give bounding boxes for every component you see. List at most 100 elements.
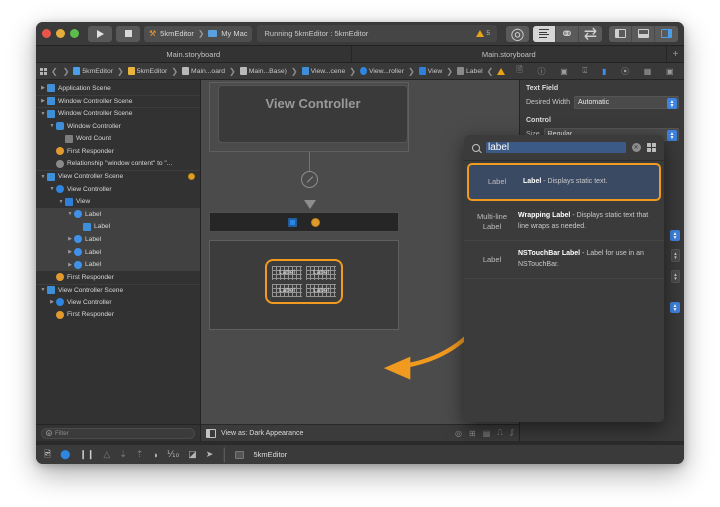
close-button[interactable] (42, 29, 51, 38)
outline-row[interactable]: First Responder (36, 145, 200, 158)
grid-layout-icon[interactable] (646, 142, 656, 153)
second-view-controller-scene[interactable]: Label Label Label Label (209, 240, 399, 330)
canvas-label[interactable]: Label (305, 265, 337, 281)
outline-row[interactable]: Relationship "window content" to "... (36, 158, 200, 171)
toggle-debug-button[interactable] (632, 25, 655, 42)
add-tab-button[interactable]: + (667, 46, 684, 62)
outline-row[interactable]: First Responder (36, 271, 200, 284)
outline-row[interactable]: ▶ Label (36, 258, 200, 271)
segue-icon[interactable] (301, 171, 318, 188)
breadcrumb-item-scene[interactable]: View...cene (301, 67, 345, 75)
outline-row[interactable]: ▼ View Controller Scene (36, 170, 200, 183)
first-responder-dock-icon[interactable] (311, 217, 320, 227)
resolve-issues-icon[interactable]: ⎎ (510, 428, 514, 438)
library-button[interactable]: ◎ (506, 26, 529, 42)
contrast-icon[interactable]: ◑ (152, 450, 157, 460)
home-icon[interactable]: △ (103, 449, 110, 460)
outline-row[interactable]: Word Count (36, 132, 200, 145)
disclosure-right-icon[interactable]: ▶ (66, 262, 74, 268)
stepper-control[interactable]: ▲ ▼ (670, 230, 680, 241)
warning-badge[interactable]: 5 (476, 30, 490, 37)
embed-in-icon[interactable]: ⊞ (469, 429, 476, 438)
library-item[interactable]: Multi-line Label Wrapping Label - Display… (464, 203, 664, 241)
breadcrumb-item-project[interactable]: 5kmEditor (73, 67, 113, 75)
standard-editor-button[interactable] (533, 25, 556, 42)
filter-input[interactable]: ▼ Filter (41, 427, 195, 439)
disclosure-right-icon[interactable]: ▶ (66, 236, 74, 242)
view-controller-box[interactable]: View Controller (218, 85, 408, 143)
disclosure-down-icon[interactable]: ▼ (39, 111, 47, 117)
tag-icon[interactable]: ⬤ (60, 449, 70, 460)
library-item[interactable]: Label NSTouchBar Label - Label for use in… (464, 241, 664, 279)
zoom-button[interactable] (70, 29, 79, 38)
upload-icon[interactable]: ⇡ (136, 449, 144, 460)
disclosure-down-icon[interactable]: ▼ (48, 186, 56, 192)
disclosure-down-icon[interactable]: ▼ (66, 211, 74, 217)
outline-row[interactable]: ▶ Application Scene (36, 82, 200, 95)
library-item[interactable]: Label Label - Displays static text. (467, 163, 661, 201)
canvas-label[interactable]: Label (271, 265, 303, 281)
download-icon[interactable]: ⇣ (119, 449, 127, 460)
scheme-selector[interactable]: ⚒ 5kmEditor ❯ My Mac (144, 25, 253, 42)
outline-row[interactable]: ▼ Label (36, 207, 200, 221)
send-icon[interactable]: ➤ (206, 449, 214, 460)
disclosure-right-icon[interactable]: ▶ (39, 98, 47, 104)
canvas-label[interactable]: Label (271, 283, 303, 299)
tab-main-storyboard-2[interactable]: Main.storyboard (352, 46, 667, 62)
library-results-list[interactable]: Label Label - Displays static text. Multi-… (464, 161, 664, 422)
share-icon[interactable]: ⅒ (167, 449, 179, 460)
stepper-control[interactable]: ▲ ▼ (671, 249, 680, 262)
breadcrumb-item-folder[interactable]: 5kmEditor (127, 67, 167, 75)
grid-view-icon[interactable] (40, 67, 47, 75)
outline-row[interactable]: ▼ View Controller Scene (36, 283, 200, 297)
back-icon[interactable]: ❮ (50, 67, 59, 76)
library-popup[interactable]: label ✕ Label Label - Displays static tex… (464, 135, 664, 422)
toggle-navigator-button[interactable] (609, 25, 632, 42)
stop-button[interactable] (116, 25, 140, 42)
pause-icon[interactable]: ❙❙ (79, 449, 94, 460)
outline-row[interactable]: ▼ Window Controller Scene (36, 107, 200, 120)
outline-row[interactable]: ▶ Window Controller Scene (36, 94, 200, 108)
attributes-inspector-tab[interactable]: ⍗ (582, 66, 587, 76)
breadcrumb-item-view[interactable]: View (418, 67, 442, 75)
breadcrumb-item-storyboard[interactable]: Main...oard (182, 67, 225, 75)
outline-row[interactable]: ▼ Window Controller (36, 120, 200, 133)
assistant-editor-button[interactable]: ⚭ (556, 25, 579, 42)
identity-inspector-tab[interactable]: ▣ (560, 67, 568, 76)
canvas-label[interactable]: Label (305, 283, 337, 299)
clear-search-icon[interactable]: ✕ (631, 143, 641, 152)
outline-row[interactable]: Label (36, 220, 200, 234)
outline-row[interactable]: ▼ View (36, 195, 200, 208)
selected-labels-group[interactable]: Label Label Label Label (265, 259, 343, 304)
outline-row[interactable]: ▶ Label (36, 233, 200, 246)
minimize-button[interactable] (56, 29, 65, 38)
align-icon[interactable]: ▤ (483, 429, 491, 438)
disclosure-right-icon[interactable]: ▶ (48, 299, 56, 305)
size-inspector-tab[interactable]: ▮ (602, 67, 606, 76)
breadcrumb-item-label[interactable]: Label (456, 67, 483, 75)
view-controller-scene-frame[interactable]: View Controller (209, 82, 409, 152)
desired-width-select[interactable]: Automatic ▲ ▼ (573, 96, 679, 109)
toggle-inspector-button[interactable] (655, 26, 678, 42)
breadcrumb-item-viewcontroller[interactable]: View...roller (359, 67, 404, 75)
runtime-issue-badge[interactable] (188, 173, 195, 181)
outline-row[interactable]: First Responder (36, 309, 200, 322)
version-editor-button[interactable]: ⇄ (579, 26, 602, 42)
document-outline[interactable]: ▶ Application Scene ▶ Window Controller Sce… (36, 80, 200, 424)
scene-dock[interactable] (209, 212, 399, 232)
disclosure-down-icon[interactable]: ▼ (39, 287, 47, 293)
view-controller-dock-icon[interactable] (288, 217, 297, 227)
disclosure-down-icon[interactable]: ▼ (39, 174, 47, 180)
outline-row[interactable]: ▶ View Controller (36, 296, 200, 309)
disclosure-right-icon[interactable]: ▶ (66, 249, 74, 255)
disclosure-down-icon[interactable]: ▼ (57, 199, 65, 205)
breadcrumb-item-base[interactable]: Main...Base) (239, 67, 287, 75)
image-icon[interactable]: 🖻 (44, 447, 51, 463)
document-outline-toggle-icon[interactable] (206, 428, 216, 438)
forward-icon[interactable]: ❯ (62, 67, 71, 76)
help-inspector-tab[interactable]: ⓘ (537, 66, 545, 77)
run-button[interactable] (88, 25, 112, 42)
bindings-inspector-tab[interactable]: ▦ (644, 67, 652, 76)
pin-icon[interactable]: ⎍ (497, 428, 503, 438)
stepper-control[interactable]: ▲ ▼ (671, 270, 680, 283)
